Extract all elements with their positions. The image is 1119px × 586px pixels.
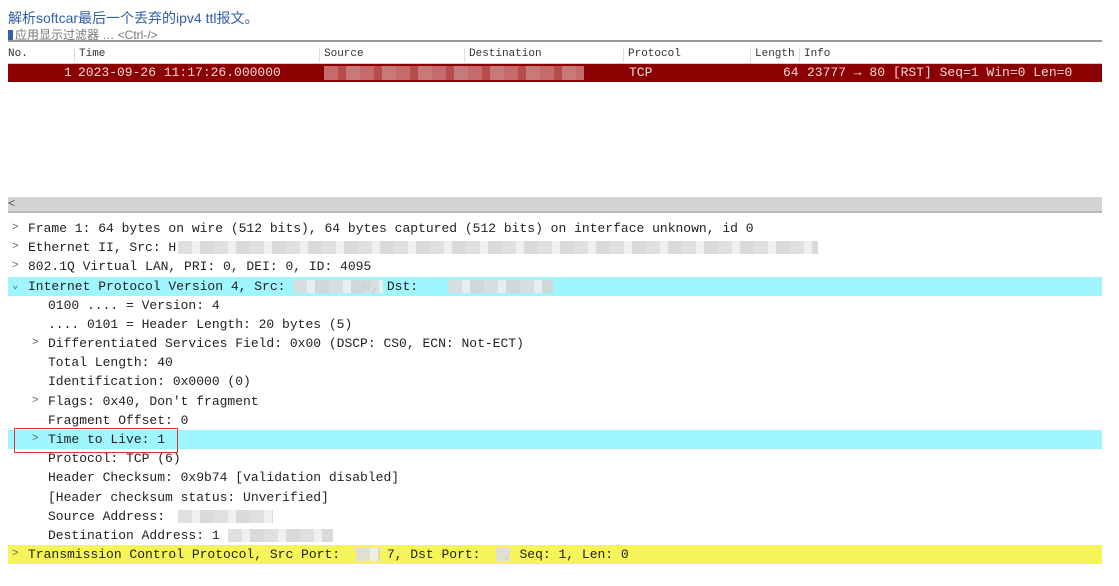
scroll-left-arrow[interactable]: < xyxy=(8,197,15,211)
tree-item[interactable]: Fragment Offset: 0 xyxy=(8,411,1102,430)
packet-info: 23777 → 80 [RST] Seq=1 Win=0 Len=0 xyxy=(807,65,1073,80)
redacted-value xyxy=(178,241,818,255)
tree-item-label: .... 0101 = Header Length: 20 bytes (5) xyxy=(48,316,353,332)
redacted-addresses xyxy=(324,66,584,80)
tree-item-label: Flags: 0x40, Don't fragment xyxy=(48,393,259,409)
tree-item-label: Ethernet II, Src: H xyxy=(28,240,177,256)
packet-time: 2023-09-26 11:17:26.000000 xyxy=(78,65,281,80)
tree-item[interactable]: > Ethernet II, Src: H xyxy=(8,238,1102,257)
page-title: 解析softcar最后一个丢弃的ipv4 ttl报文。 xyxy=(8,10,259,26)
redacted-value xyxy=(293,279,383,293)
tree-item-label: Identification: 0x0000 (0) xyxy=(48,374,251,390)
tree-item[interactable]: Header Checksum: 0x9b74 [validation disa… xyxy=(8,468,1102,487)
bookmark-icon[interactable] xyxy=(8,30,13,40)
tree-item-label: Transmission Control Protocol, Src Port:… xyxy=(28,547,629,563)
filter-placeholder: 应用显示过滤器 … <Ctrl-/> xyxy=(15,28,158,42)
col-source[interactable]: Source xyxy=(319,48,364,62)
redacted-value xyxy=(178,509,273,523)
packet-row[interactable]: 1 2023-09-26 11:17:26.000000 TCP 64 2377… xyxy=(8,64,1102,82)
packet-length: 64 xyxy=(783,65,799,80)
chevron-right-icon[interactable]: > xyxy=(12,257,19,276)
chevron-right-icon[interactable]: > xyxy=(12,219,19,238)
col-length[interactable]: Length xyxy=(750,48,795,62)
tree-item-label: Differentiated Services Field: 0x00 (DSC… xyxy=(48,336,524,352)
chevron-right-icon[interactable]: > xyxy=(32,392,39,411)
redacted-value xyxy=(496,548,510,562)
tree-item[interactable]: > Transmission Control Protocol, Src Port… xyxy=(8,545,1102,565)
tree-item[interactable]: > Frame 1: 64 bytes on wire (512 bits), 6… xyxy=(8,219,1102,238)
col-no[interactable]: No. xyxy=(4,48,28,62)
tree-item-label: Total Length: 40 xyxy=(48,355,173,371)
tree-item[interactable]: > Differentiated Services Field: 0x00 (DS… xyxy=(8,334,1102,353)
packet-list-header: No. Time Source Destination Protocol Len… xyxy=(8,46,1102,64)
tree-item[interactable]: ⌄ Internet Protocol Version 4, Src: 0, Ds… xyxy=(8,276,1102,296)
ttl-highlight-box xyxy=(14,428,178,453)
tree-item[interactable]: Total Length: 40 xyxy=(8,353,1102,372)
redacted-value xyxy=(448,279,553,293)
tree-item-label: Fragment Offset: 0 xyxy=(48,412,189,428)
tree-item-label: [Header checksum status: Unverified] xyxy=(48,489,329,505)
chevron-right-icon[interactable]: > xyxy=(12,238,19,257)
tree-item-label: Source Address: xyxy=(48,508,173,524)
chevron-down-icon[interactable]: ⌄ xyxy=(12,277,19,296)
tree-item-label: Header Checksum: 0x9b74 [validation disa… xyxy=(48,470,400,486)
packet-no: 1 xyxy=(64,65,72,80)
redacted-value xyxy=(356,548,380,562)
tree-item[interactable]: .... 0101 = Header Length: 20 bytes (5) xyxy=(8,315,1102,334)
redacted-value xyxy=(228,528,333,542)
tree-item-label: 802.1Q Virtual LAN, PRI: 0, DEI: 0, ID: … xyxy=(28,259,372,275)
tree-item-label: 0100 .... = Version: 4 xyxy=(48,297,220,313)
col-protocol[interactable]: Protocol xyxy=(623,48,681,62)
tree-item[interactable]: Destination Address: 1 xyxy=(8,526,1102,545)
tree-item[interactable]: Identification: 0x0000 (0) xyxy=(8,372,1102,391)
tree-item[interactable]: > Flags: 0x40, Don't fragment xyxy=(8,392,1102,411)
tree-item-label: Frame 1: 64 bytes on wire (512 bits), 64… xyxy=(28,221,754,236)
tree-item[interactable]: [Header checksum status: Unverified] xyxy=(8,488,1102,507)
col-info[interactable]: Info xyxy=(799,48,830,62)
display-filter-input[interactable]: 应用显示过滤器 … <Ctrl-/> xyxy=(8,26,1102,42)
chevron-right-icon[interactable]: > xyxy=(12,545,19,564)
tree-item[interactable]: >802.1Q Virtual LAN, PRI: 0, DEI: 0, ID:… xyxy=(8,257,1102,276)
chevron-right-icon[interactable]: > xyxy=(32,334,39,353)
tree-item-label: Destination Address: 1 xyxy=(48,527,220,543)
tree-item[interactable]: Source Address: xyxy=(8,507,1102,526)
col-destination[interactable]: Destination xyxy=(464,48,542,62)
tree-item[interactable]: 0100 .... = Version: 4 xyxy=(8,296,1102,315)
col-time[interactable]: Time xyxy=(74,48,105,62)
packet-protocol: TCP xyxy=(629,65,653,80)
horizontal-scrollbar[interactable]: < xyxy=(8,197,1102,213)
